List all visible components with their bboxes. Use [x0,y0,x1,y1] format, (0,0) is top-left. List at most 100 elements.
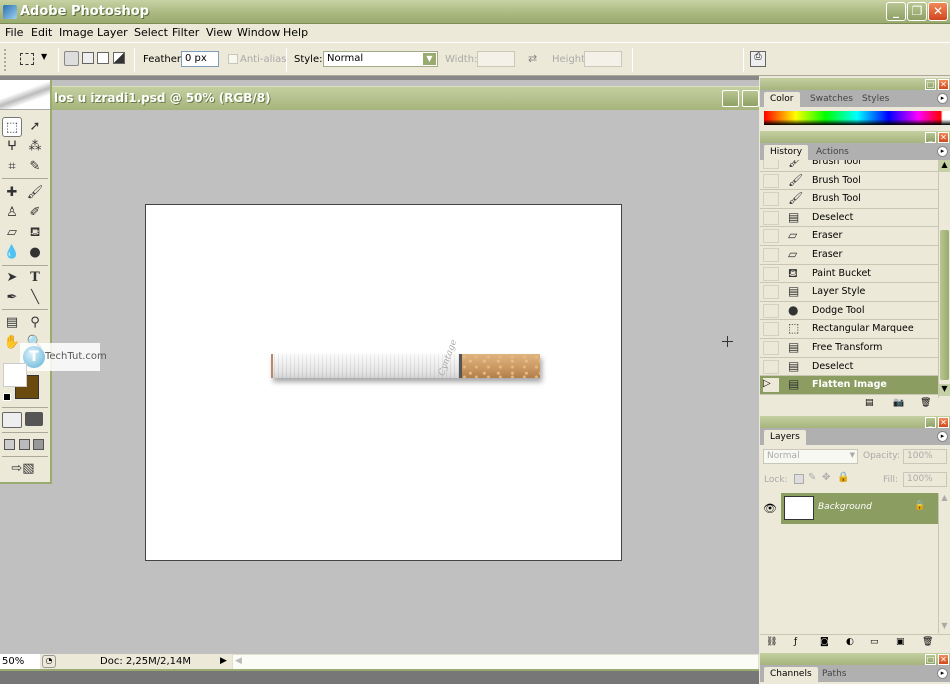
blur-tool-icon[interactable]: 💧 [2,243,22,263]
scroll-up-icon[interactable]: ▲ [939,160,950,172]
panel-minimize-button[interactable]: _ [925,132,936,143]
horizontal-scrollbar[interactable]: ◀ [232,654,759,670]
slice-tool-icon[interactable]: ✎ [25,157,45,177]
panel-menu-icon[interactable]: ▸ [937,146,948,157]
history-item[interactable]: ▤ Deselect [760,358,938,377]
default-colors-icon[interactable] [3,393,11,401]
feather-input[interactable]: 0 px [181,51,219,67]
panel-minimize-button[interactable]: □ [925,79,936,90]
menu-help[interactable]: Help [283,26,308,39]
chevron-down-icon[interactable]: ▼ [423,53,436,65]
jump-to-imageready-icon[interactable]: ⇨▧ [3,459,43,479]
line-tool-icon[interactable]: ╲ [25,288,45,308]
menu-window[interactable]: Window [237,26,280,39]
lock-transparency-icon[interactable] [794,474,804,484]
width-input[interactable] [477,51,515,67]
tab-swatches[interactable]: Swatches [804,92,859,107]
channels-panel-header[interactable]: □ ✕ [760,653,950,665]
delete-layer-icon[interactable]: 🗑 [922,637,933,647]
crop-tool-icon[interactable]: ⌗ [2,157,22,177]
menu-layer[interactable]: Layer [97,26,128,39]
restore-button[interactable]: ❐ [907,2,927,21]
quick-mask-mode-icon[interactable] [25,412,43,426]
lock-position-icon[interactable]: ✥ [822,472,830,483]
history-item[interactable]: ● Dodge Tool [760,302,938,321]
canvas[interactable] [145,204,622,561]
add-mask-icon[interactable]: ◙ [820,637,829,647]
panel-close-button[interactable]: ✕ [938,132,949,143]
lock-all-icon[interactable]: 🔒 [837,472,849,483]
history-item[interactable]: ⛾ Paint Bucket [760,265,938,284]
panel-menu-icon[interactable]: ▸ [937,431,948,442]
panel-minimize-button[interactable]: □ [925,654,936,665]
menu-select[interactable]: Select [134,26,168,39]
history-item[interactable]: ⬚ Rectangular Marquee [760,320,938,339]
color-panel-header[interactable]: □ ✕ [760,78,950,90]
eye-visibility-icon[interactable]: 👁 [759,493,781,524]
chevron-down-icon[interactable]: ▼ [850,451,855,459]
move-tool-icon[interactable]: ➚ [25,117,45,137]
full-screen-menu-mode-icon[interactable] [19,439,30,450]
history-item[interactable]: 🖌 Brush Tool [760,160,938,172]
history-source-box[interactable] [763,322,779,337]
menu-filter[interactable]: Filter [172,26,199,39]
anti-alias-checkbox[interactable] [228,54,238,64]
standard-mode-icon[interactable] [2,412,22,428]
healing-brush-tool-icon[interactable]: ✚ [2,183,22,203]
full-screen-mode-icon[interactable] [33,439,44,450]
history-source-box[interactable] [763,359,779,374]
eyedropper-tool-icon[interactable]: ⚲ [25,313,45,333]
panel-menu-icon[interactable]: ▸ [937,93,948,104]
intersect-selection-icon[interactable] [113,52,125,64]
type-tool-icon[interactable]: T [25,268,45,288]
tab-actions[interactable]: Actions [810,145,855,160]
menu-view[interactable]: View [206,26,232,39]
adjustment-layer-icon[interactable]: ◐ [846,637,854,647]
tab-channels[interactable]: Channels [764,667,818,682]
panel-close-button[interactable]: ✕ [938,79,949,90]
history-source-box[interactable] [763,192,779,207]
history-source-box[interactable] [763,229,779,244]
history-item[interactable]: ▷ ▤ Flatten Image [760,376,938,395]
history-item[interactable]: 🖌 Brush Tool [760,172,938,191]
subtract-selection-icon[interactable] [97,52,109,64]
tab-color[interactable]: Color [764,92,800,107]
history-source-box[interactable] [763,160,779,169]
history-item[interactable]: ▱ Eraser [760,246,938,265]
history-source-box[interactable] [763,173,779,188]
panel-menu-icon[interactable]: ▸ [937,668,948,679]
fill-field[interactable]: 100% [903,472,947,487]
lock-pixels-icon[interactable]: ✎ [808,472,816,483]
history-item[interactable]: ▤ Deselect [760,209,938,228]
history-item[interactable]: ▱ Eraser [760,227,938,246]
scrollbar-thumb[interactable] [940,230,949,380]
history-scrollbar[interactable]: ▲ ▼ [938,160,950,398]
history-panel-header[interactable]: _ ✕ [760,131,950,143]
scroll-up-icon[interactable]: ▲ [939,493,950,505]
blend-mode-select[interactable]: Normal ▼ [763,449,858,464]
history-source-box[interactable] [763,303,779,318]
magic-wand-tool-icon[interactable]: ⁂ [25,137,45,157]
history-item[interactable]: ▤ Free Transform [760,339,938,358]
document-title-bar[interactable]: los u izradi1.psd @ 50% (RGB/8) [52,86,759,110]
new-group-icon[interactable]: ▭ [870,637,879,647]
tab-layers[interactable]: Layers [764,430,806,445]
brush-tool-icon[interactable]: 🖌 [25,183,45,203]
opacity-field[interactable]: 100% [903,449,947,464]
tab-history[interactable]: History [764,145,809,160]
document-minimize-button[interactable] [722,90,739,107]
eraser-tool-icon[interactable]: ▱ [2,223,22,243]
menu-image[interactable]: Image [59,26,93,39]
clone-stamp-tool-icon[interactable]: ♙ [2,203,22,223]
panel-close-button[interactable]: ✕ [938,654,949,665]
new-snapshot-icon[interactable]: 📷 [893,398,904,408]
scroll-down-icon[interactable]: ▼ [939,621,950,633]
link-layers-icon[interactable]: ⛓ [766,637,777,647]
history-source-box[interactable] [763,266,779,281]
layers-scrollbar[interactable]: ▲ ▼ [938,493,950,633]
file-browser-icon[interactable]: ⎙ [750,51,766,67]
rectangular-marquee-tool-icon[interactable]: ⬚ [2,117,22,137]
dodge-tool-icon[interactable]: ● [25,243,45,263]
tab-styles[interactable]: Styles [856,92,895,107]
menu-edit[interactable]: Edit [31,26,52,39]
